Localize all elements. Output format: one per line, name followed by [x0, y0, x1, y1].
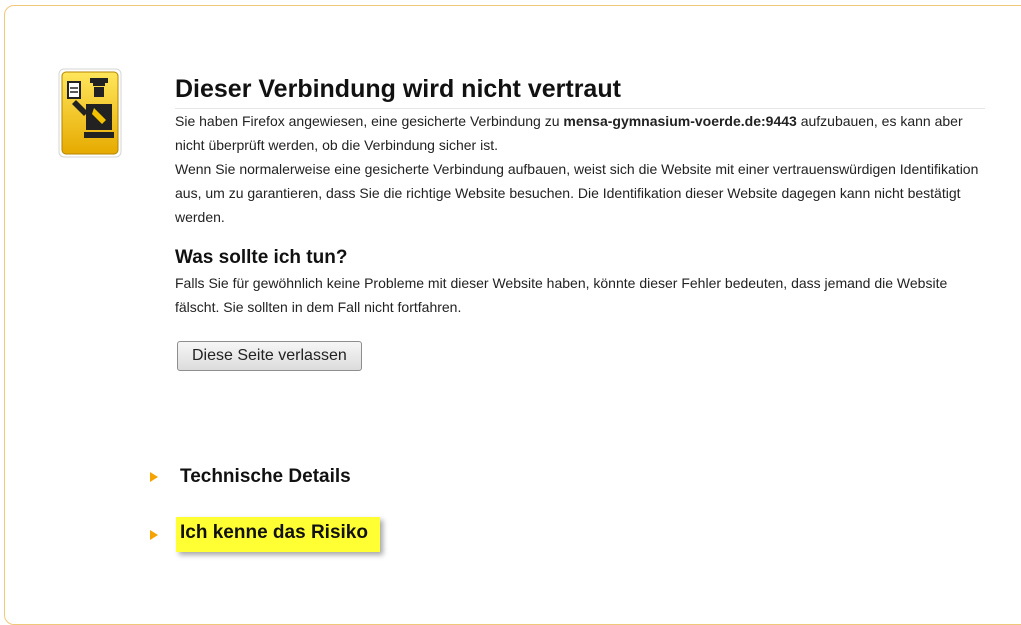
- intro-paragraph: Sie haben Firefox angewiesen, eine gesic…: [175, 109, 985, 157]
- host-name: mensa-gymnasium-voerde.de:9443: [563, 113, 797, 129]
- security-officer-icon: [58, 68, 122, 158]
- advice-paragraph: Falls Sie für gewöhnlich keine Probleme …: [175, 275, 948, 315]
- technical-details-label: Technische Details: [180, 466, 351, 487]
- what-to-do-heading: Was sollte ich tun?: [175, 247, 348, 268]
- triangle-right-icon: [150, 472, 158, 482]
- error-content: Dieser Verbindung wird nicht vertraut Si…: [175, 74, 985, 371]
- page-title: Dieser Verbindung wird nicht vertraut: [175, 74, 985, 109]
- leave-page-button[interactable]: Diese Seite verlassen: [177, 341, 362, 371]
- intro-text-start: Sie haben Firefox angewiesen, eine gesic…: [175, 113, 564, 129]
- understand-risks-label: Ich kenne das Risiko: [176, 517, 380, 552]
- triangle-right-icon: [150, 529, 158, 540]
- explanation-paragraph: Wenn Sie normalerweise eine gesicherte V…: [175, 161, 979, 225]
- technical-details-expander[interactable]: Technische Details: [150, 466, 351, 488]
- understand-risks-expander[interactable]: Ich kenne das Risiko: [150, 517, 380, 552]
